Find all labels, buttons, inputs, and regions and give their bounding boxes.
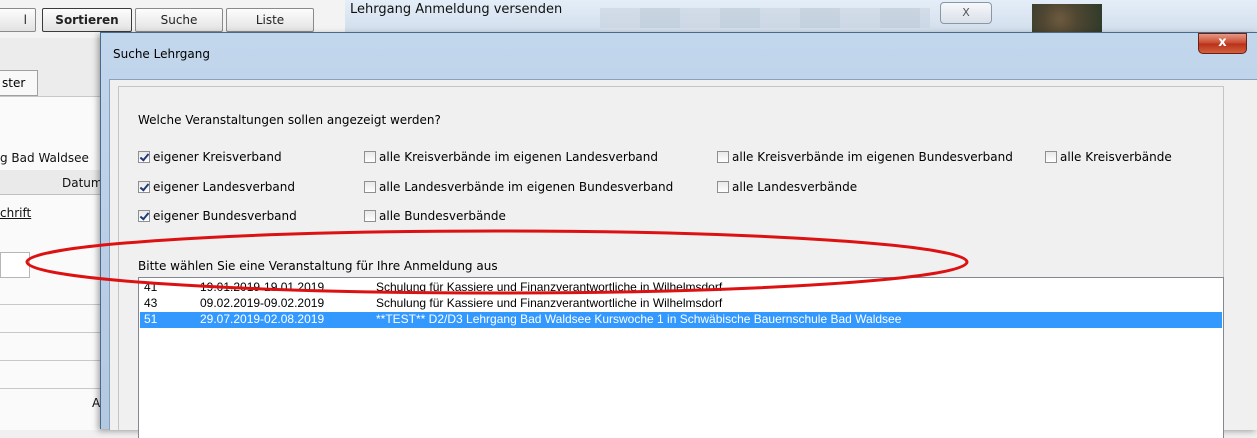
event-dates: 09.02.2019-09.02.2019 bbox=[200, 296, 325, 310]
list-item[interactable]: 43 09.02.2019-09.02.2019 Schulung für Ka… bbox=[140, 296, 1222, 312]
checkbox-label: alle Kreisverbände im eigenen Bundesverb… bbox=[732, 150, 1013, 164]
checkbox-label: alle Bundesverbände bbox=[379, 209, 506, 223]
checkbox-all-districts[interactable]: alle Kreisverbände bbox=[1045, 149, 1172, 165]
background-close-button[interactable]: X bbox=[940, 2, 992, 24]
checkbox-box[interactable] bbox=[138, 181, 150, 193]
event-title: Schulung für Kassiere und Finanzverantwo… bbox=[376, 280, 723, 294]
blurred-header-content bbox=[600, 8, 930, 28]
checkbox-box[interactable] bbox=[1045, 151, 1057, 163]
background-window-title: Lehrgang Anmeldung versenden bbox=[350, 2, 563, 17]
column-header-date: Datum bbox=[62, 176, 103, 190]
event-id: 51 bbox=[144, 312, 158, 326]
checkbox-all-federal[interactable]: alle Bundesverbände bbox=[364, 208, 506, 224]
search-course-dialog: Suche Lehrgang x Welche Veranstaltungen … bbox=[100, 32, 1257, 438]
checkbox-box[interactable] bbox=[138, 151, 150, 163]
checkbox-box[interactable] bbox=[717, 181, 729, 193]
checkbox-label: eigener Kreisverband bbox=[153, 150, 282, 164]
event-dates: 19.01.2019-19.01.2019 bbox=[200, 280, 325, 294]
close-icon[interactable]: x bbox=[1198, 33, 1247, 54]
list-button[interactable]: Liste bbox=[226, 8, 314, 32]
search-button[interactable]: Suche bbox=[135, 8, 223, 32]
checkbox-all-states[interactable]: alle Landesverbände bbox=[717, 179, 857, 195]
footer-letter: A bbox=[92, 396, 101, 410]
filter-question: Welche Veranstaltungen sollen angezeigt … bbox=[138, 113, 441, 127]
background-link[interactable]: chrift bbox=[0, 206, 31, 220]
checkbox-box[interactable] bbox=[717, 151, 729, 163]
checkbox-own-district[interactable]: eigener Kreisverband bbox=[138, 149, 282, 165]
location-text: g Bad Waldsee bbox=[0, 151, 89, 165]
filter-group: Welche Veranstaltungen sollen angezeigt … bbox=[118, 86, 1224, 438]
partial-toolbar-button[interactable]: l bbox=[0, 8, 36, 32]
selection-prompt: Bitte wählen Sie eine Veranstaltung für … bbox=[138, 259, 498, 273]
checkbox-label: eigener Bundesverband bbox=[153, 209, 297, 223]
checkbox-all-districts-state[interactable]: alle Kreisverbände im eigenen Landesverb… bbox=[364, 149, 658, 165]
event-list[interactable]: 41 19.01.2019-19.01.2019 Schulung für Ka… bbox=[138, 277, 1224, 438]
event-id: 43 bbox=[144, 296, 158, 310]
list-item[interactable]: 41 19.01.2019-19.01.2019 Schulung für Ka… bbox=[140, 280, 1222, 296]
checkbox-own-federal[interactable]: eigener Bundesverband bbox=[138, 208, 297, 224]
checkbox-label: eigener Landesverband bbox=[153, 180, 295, 194]
background-row bbox=[0, 366, 100, 389]
background-row bbox=[0, 282, 100, 305]
dialog-title: Suche Lehrgang bbox=[113, 47, 211, 61]
sort-button[interactable]: Sortieren bbox=[42, 8, 132, 32]
checkbox-box[interactable] bbox=[138, 210, 150, 222]
checkbox-label: alle Landesverbände bbox=[732, 180, 858, 194]
dialog-body: Welche Veranstaltungen sollen angezeigt … bbox=[109, 79, 1257, 438]
checkbox-own-state[interactable]: eigener Landesverband bbox=[138, 179, 295, 195]
background-input-cell[interactable] bbox=[0, 252, 30, 278]
list-item[interactable]: 51 29.07.2019-02.08.2019 **TEST** D2/D3 … bbox=[140, 312, 1222, 328]
checkbox-box[interactable] bbox=[364, 181, 376, 193]
event-dates: 29.07.2019-02.08.2019 bbox=[200, 312, 325, 326]
checkbox-label: alle Kreisverbände im eigenen Landesverb… bbox=[379, 150, 659, 164]
checkbox-box[interactable] bbox=[364, 151, 376, 163]
checkbox-label: alle Kreisverbände bbox=[1060, 150, 1172, 164]
checkbox-all-states-federal[interactable]: alle Landesverbände im eigenen Bundesver… bbox=[364, 179, 673, 195]
event-id: 41 bbox=[144, 280, 158, 294]
checkbox-all-districts-federal[interactable]: alle Kreisverbände im eigenen Bundesverb… bbox=[717, 149, 1013, 165]
event-title: Schulung für Kassiere und Finanzverantwo… bbox=[376, 296, 723, 310]
checkbox-label: alle Landesverbände im eigenen Bundesver… bbox=[379, 180, 674, 194]
user-photo bbox=[1032, 4, 1102, 34]
background-row bbox=[0, 310, 100, 333]
checkbox-box[interactable] bbox=[364, 210, 376, 222]
event-title: **TEST** D2/D3 Lehrgang Bad Waldsee Kurs… bbox=[376, 312, 902, 326]
background-row bbox=[0, 338, 100, 361]
background-tab[interactable]: ster bbox=[0, 70, 38, 96]
